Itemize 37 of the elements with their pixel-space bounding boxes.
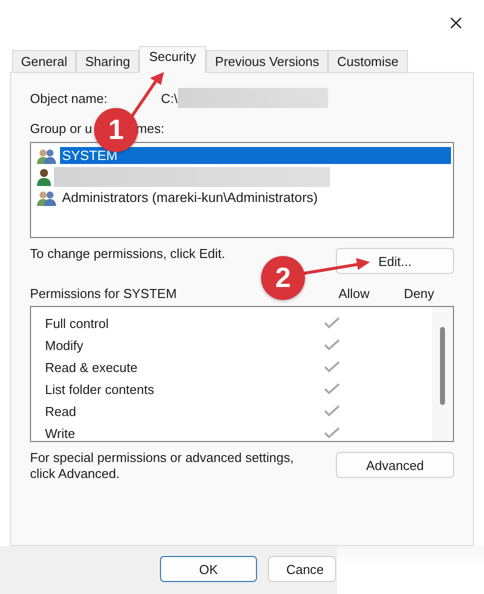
check-icon: [324, 383, 340, 395]
tab[interactable]: General: [12, 50, 76, 72]
object-name-value: C:\: [161, 90, 178, 106]
users-icon: [37, 148, 57, 164]
check-icon: [324, 405, 340, 417]
hint-text: To change permissions, click Edit.: [30, 246, 226, 261]
permission-name: Write: [45, 426, 76, 440]
tab[interactable]: Sharing: [76, 50, 140, 72]
close-icon: [450, 17, 462, 29]
dialog-button[interactable]: Cance: [268, 556, 336, 582]
permissions-title: Permissions for SYSTEM: [30, 286, 178, 301]
scrollbar[interactable]: [432, 307, 453, 441]
users-icon: [37, 190, 57, 206]
tab[interactable]: Customise: [328, 50, 408, 72]
check-icon: [324, 361, 340, 373]
permission-name: Modify: [45, 338, 84, 352]
check-icon: [324, 339, 340, 351]
hint-text: For special permissions or advanced settings, click Advanced.: [30, 450, 295, 482]
permission-name: List folder contents: [45, 382, 156, 396]
permission-name: Full control: [45, 316, 110, 330]
tab[interactable]: Previous Versions: [206, 50, 328, 72]
permission-name: Read & execute: [45, 360, 139, 374]
user-item[interactable]: Administrators (mareki-kun\Administrators): [33, 187, 451, 208]
user-name: Administrators (mareki-kun\Administrators): [61, 189, 319, 206]
advanced-button[interactable]: Advanced: [336, 452, 454, 478]
dialog-button[interactable]: OK: [160, 556, 257, 582]
field-label: Object name:: [30, 90, 108, 106]
user-name: SYSTEM: [60, 147, 451, 164]
column-header: Allow: [337, 286, 371, 301]
list-label: Group or u: [30, 121, 92, 136]
permission-name: Read: [45, 404, 78, 418]
user-icon: [37, 168, 51, 186]
column-header: Deny: [402, 286, 436, 301]
tab[interactable]: Security: [139, 46, 206, 73]
check-icon: [324, 317, 340, 329]
check-icon: [324, 427, 340, 439]
edit-button[interactable]: Edit...: [336, 248, 454, 274]
